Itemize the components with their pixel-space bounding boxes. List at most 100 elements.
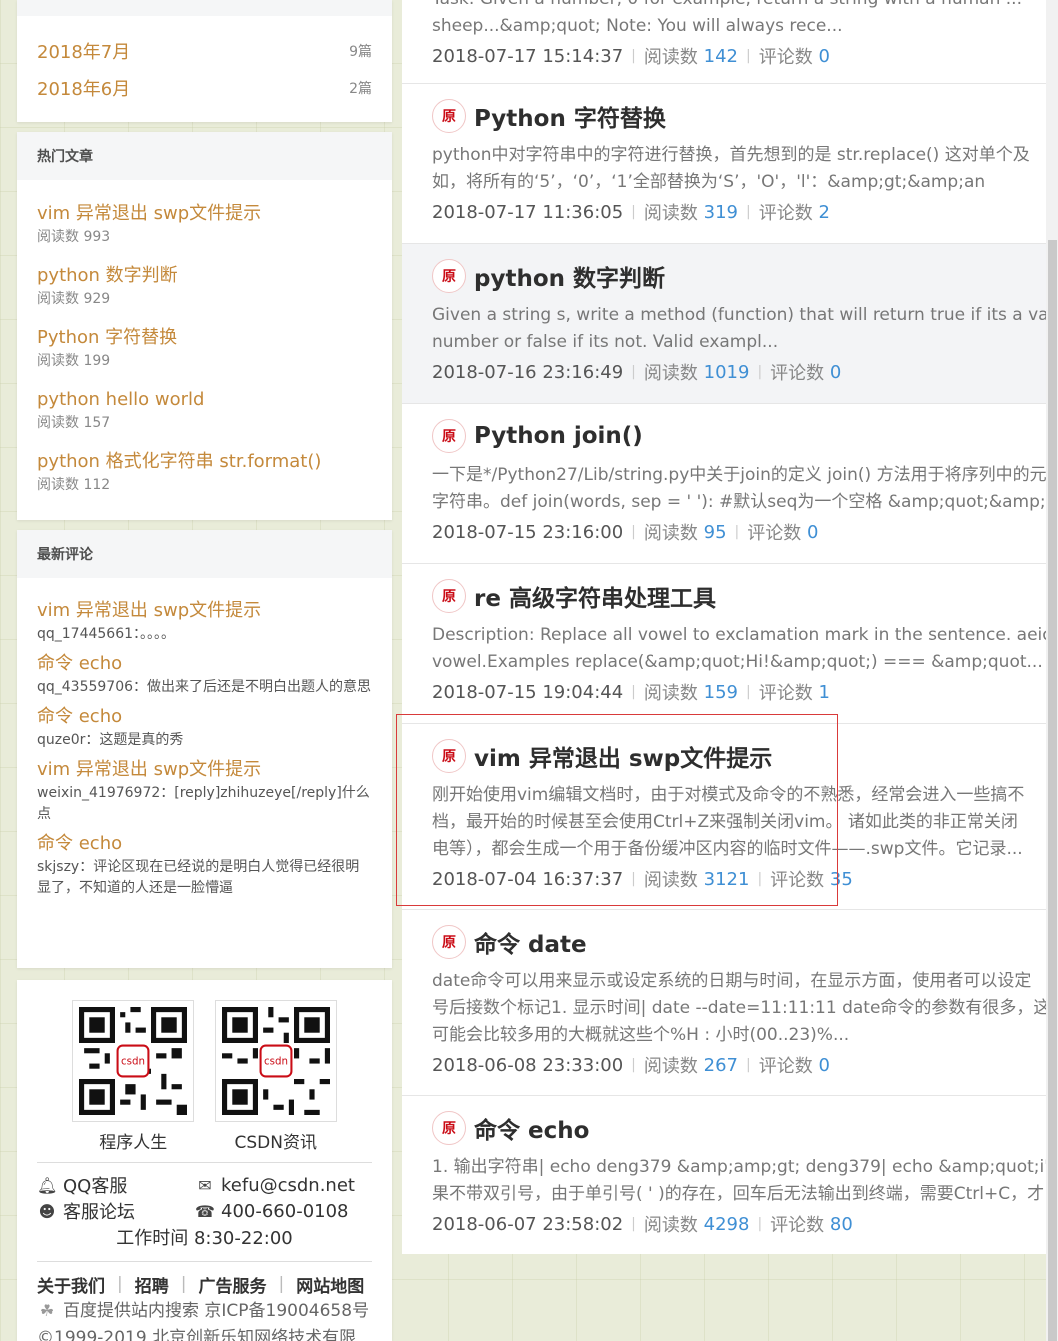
- article-title[interactable]: Python join(): [474, 423, 643, 449]
- comment-item[interactable]: vim 异常退出 swp文件提示 qq_17445661：。。。。: [37, 598, 372, 645]
- footer-link-ads[interactable]: 广告服务: [198, 1272, 266, 1297]
- comments-count: 1: [818, 681, 830, 703]
- paw-icon: ☘: [39, 1301, 55, 1320]
- article-item[interactable]: 原命令 echo 1. 输出字符串| echo deng379 &amp;amp…: [402, 1096, 1046, 1254]
- meta-separator: |: [757, 871, 763, 887]
- archive-item[interactable]: 2018年7月 9篇: [17, 32, 392, 69]
- article-title[interactable]: python 数字判断: [474, 259, 665, 293]
- reads-count: 4298: [703, 1213, 750, 1235]
- original-badge: 原: [432, 1111, 466, 1145]
- meta-separator: |: [631, 524, 636, 540]
- hot-article-link[interactable]: python 格式化字符串 str.format(): [37, 450, 372, 474]
- meta-separator: |: [631, 684, 636, 700]
- summary-line: 字符串。def join(words, sep = ' '): #默认seq为一…: [432, 492, 1046, 512]
- forum-link[interactable]: ☻ 客服论坛: [37, 1198, 195, 1224]
- hot-article-item[interactable]: python 格式化字符串 str.format() 阅读数 112: [37, 450, 372, 512]
- phone-label[interactable]: 400-660-0108: [221, 1201, 349, 1222]
- article-item[interactable]: 原 python 数字判断 Given a string s, write a m…: [402, 244, 1046, 404]
- article-title[interactable]: 命令 echo: [474, 1111, 589, 1145]
- hot-article-item[interactable]: python hello world 阅读数 157: [37, 388, 372, 450]
- hot-article-link[interactable]: python 数字判断: [37, 264, 372, 288]
- comment-article-link[interactable]: vim 异常退出 swp文件提示: [37, 757, 372, 783]
- article-item[interactable]: 原 Python join() 一下是*/Python27/Lib/string.…: [402, 404, 1046, 564]
- summary-line: 可能会比较多用的大概就这些个%H : 小时(00..23)%...: [432, 1025, 850, 1045]
- summary-line: 1. 输出字符串| echo deng379 &amp;amp;gt; deng…: [432, 1157, 1046, 1177]
- meta-separator: |: [631, 364, 636, 380]
- comment-body: weixin_41976972：[reply]zhihuzeye[/reply]…: [37, 785, 370, 822]
- scrollbar-thumb[interactable]: [1048, 240, 1057, 1341]
- article-item[interactable]: 原 Python 字符替换 python中对字符串中的字符进行替换，首先想到的是 …: [402, 84, 1046, 244]
- summary-line: 档，最开始的时候甚至会使用Ctrl+Z来强制关闭vim。 诸如此类的非正常关闭: [432, 812, 1018, 832]
- latest-comments-card: 最新评论 vim 异常退出 swp文件提示 qq_17445661：。。。。 命…: [17, 530, 392, 968]
- archive-month[interactable]: 2018年7月: [37, 38, 130, 64]
- article-item[interactable]: 原 vim 异常退出 swp文件提示 刚开始使用vim编辑文档时，由于对模式及命令…: [402, 724, 1046, 910]
- article-summary: Given a string s, write a method (functi…: [432, 302, 1046, 356]
- archive-count: 9篇: [349, 43, 372, 60]
- svg-text:csdn: csdn: [264, 1056, 288, 1068]
- hot-article-reads: 阅读数 157: [37, 415, 111, 431]
- phone-link[interactable]: ☎ 400-660-0108: [195, 1198, 372, 1224]
- comments-count: 0: [806, 521, 819, 543]
- article-title[interactable]: Python 字符替换: [474, 99, 666, 133]
- reads-count: 95: [703, 521, 727, 543]
- comments-label: 评论数: [758, 203, 813, 224]
- latest-comments-title: 最新评论: [17, 530, 392, 578]
- comment-item[interactable]: 命令 echo qq_43559706：做出来了后还是不明白出题人的意思: [37, 651, 372, 698]
- comment-item[interactable]: vim 异常退出 swp文件提示 weixin_41976972：[reply]…: [37, 757, 372, 825]
- archive-month[interactable]: 2018年6月: [37, 75, 130, 101]
- summary-line: 刚开始使用vim编辑文档时，由于对模式及命令的不熟悉，经常会进入一些搞不: [432, 785, 1025, 805]
- forum-label[interactable]: 客服论坛: [63, 1198, 135, 1224]
- comments-count: 80: [829, 1213, 853, 1235]
- article-list: Task: Given a number, 0 for example, ret…: [402, 0, 1046, 1254]
- comment-item[interactable]: 命令 echo skjszy：评论区现在已经说的是明白人觉得已经很明显了，不知道…: [37, 831, 372, 899]
- reads-label: 阅读数: [643, 523, 698, 544]
- footer-link-about[interactable]: 关于我们: [37, 1272, 105, 1297]
- reads-label: 阅读数: [643, 870, 698, 891]
- comment-article-link[interactable]: 命令 echo: [37, 831, 372, 857]
- hot-article-item[interactable]: Python 字符替换 阅读数 199: [37, 326, 372, 388]
- email-link[interactable]: ✉ kefu@csdn.net: [195, 1172, 372, 1198]
- summary-line: 电等），都会生成一个用于备份缓冲区内容的临时文件——.swp文件。它记录...: [432, 839, 1023, 859]
- reads-count: 159: [703, 681, 738, 703]
- qq-service-link[interactable]: 🔔︎ QQ客服: [37, 1172, 195, 1198]
- summary-line: Given a string s, write a method (functi…: [432, 305, 1046, 325]
- qq-service-label[interactable]: QQ客服: [63, 1172, 127, 1198]
- reads-label: 阅读数: [643, 363, 698, 384]
- comment-body: qq_43559706：做出来了后还是不明白出题人的意思: [37, 679, 372, 695]
- hot-article-item[interactable]: vim 异常退出 swp文件提示 阅读数 993: [37, 202, 372, 264]
- divider: [37, 1261, 372, 1262]
- email-label[interactable]: kefu@csdn.net: [221, 1175, 355, 1196]
- comment-article-link[interactable]: 命令 echo: [37, 704, 372, 730]
- footer-link-sitemap[interactable]: 网站地图: [296, 1272, 364, 1297]
- article-item[interactable]: 原 re 高级字符串处理工具 Description: Replace all v…: [402, 564, 1046, 724]
- link-separator: |: [278, 1274, 285, 1294]
- comments-count: 0: [829, 361, 842, 383]
- hot-article-link[interactable]: vim 异常退出 swp文件提示: [37, 202, 372, 226]
- article-item[interactable]: 原命令 date date命令可以用来显示或设定系统的日期与时间，在显示方面，使…: [402, 910, 1046, 1096]
- reads-count: 319: [703, 201, 738, 223]
- article-title[interactable]: vim 异常退出 swp文件提示: [474, 739, 772, 773]
- reads-count: 3121: [703, 868, 750, 890]
- article-meta: 2018-07-16 23:16:49 | 阅读数 1019 | 评论数 0: [432, 356, 1046, 388]
- archive-item[interactable]: 2018年6月 2篇: [17, 69, 392, 106]
- summary-line: Task: Given a number, 0 for example, ret…: [432, 0, 1046, 13]
- comments-count: 0: [818, 45, 830, 67]
- comment-article-link[interactable]: 命令 echo: [37, 651, 372, 677]
- archive-count: 2篇: [349, 80, 372, 97]
- article-title[interactable]: 命令 date: [474, 925, 587, 959]
- article-meta: 2018-06-08 23:33:00 | 阅读数 267 | 评论数 0: [432, 1049, 1046, 1081]
- hot-article-item[interactable]: python 数字判断 阅读数 929: [37, 264, 372, 326]
- comments-count: 0: [818, 1054, 830, 1076]
- hot-article-link[interactable]: python hello world: [37, 388, 372, 412]
- article-date: 2018-06-08 23:33:00: [432, 1054, 624, 1076]
- reads-count: 1019: [703, 361, 750, 383]
- comment-article-link[interactable]: vim 异常退出 swp文件提示: [37, 598, 372, 624]
- article-title[interactable]: re 高级字符串处理工具: [474, 579, 716, 613]
- comment-item[interactable]: 命令 echo quze0r：这题是真的秀: [37, 704, 372, 751]
- reads-label: 阅读数: [643, 47, 698, 68]
- hot-articles-title: 热门文章: [17, 132, 392, 180]
- footer-link-jobs[interactable]: 招聘: [135, 1272, 169, 1297]
- article-item[interactable]: Task: Given a number, 0 for example, ret…: [402, 0, 1046, 84]
- hot-article-link[interactable]: Python 字符替换: [37, 326, 372, 350]
- reads-label: 阅读数: [643, 1215, 698, 1236]
